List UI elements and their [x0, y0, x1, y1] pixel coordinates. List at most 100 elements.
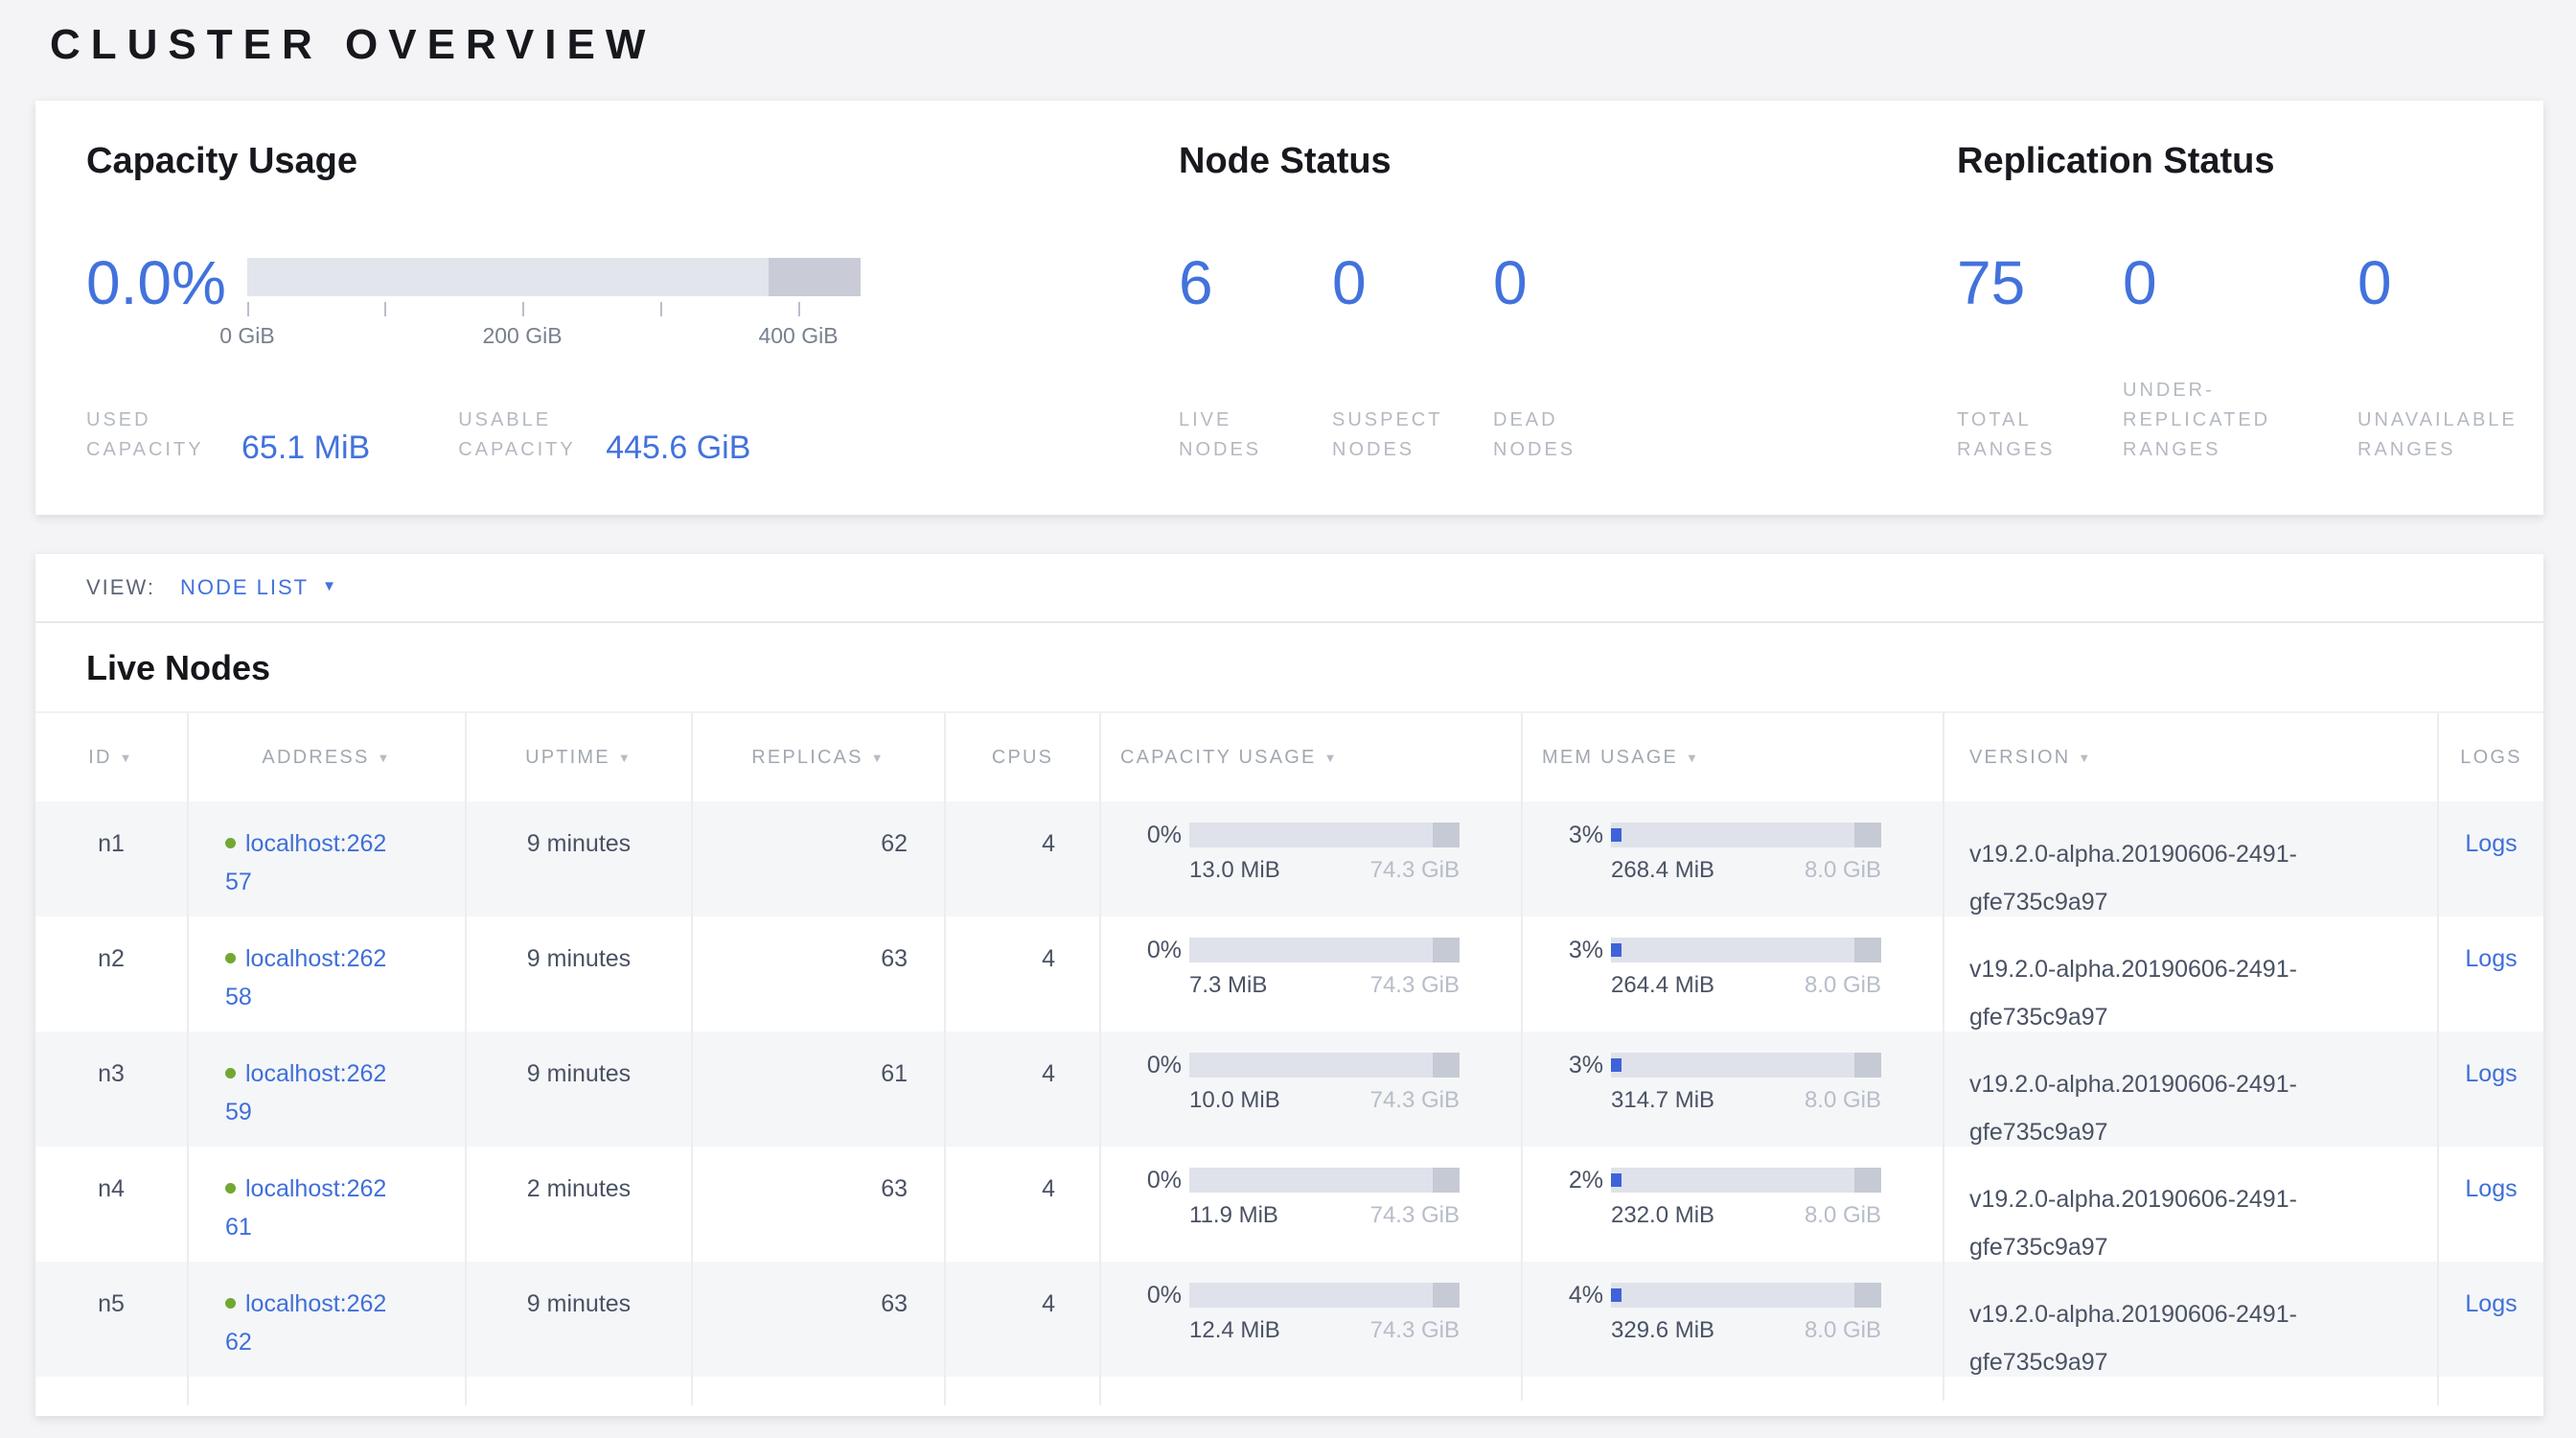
node-uptime-cell: 9 minutes [467, 916, 693, 1032]
capacity-gauge: 0 GiB 200 GiB 400 GiB [247, 252, 861, 313]
total-ranges-label: TOTAL RANGES [1957, 406, 2123, 465]
total-ranges-value: 75 [1957, 252, 2123, 313]
cluster-summary-panel: Capacity Usage 0.0% 0 GiB 200 GiB 400 Gi… [35, 101, 2543, 515]
capacity-bar [1189, 1168, 1460, 1193]
memory-bar [1611, 823, 1881, 847]
column-header-id[interactable]: ID▼ [35, 713, 189, 801]
mem-usage-cell: 3% 264.4 MiB 8.0 GiB [1523, 916, 1944, 1032]
capacity-usage-cell: 0% 11.9 MiB 74.3 GiB [1101, 1147, 1523, 1262]
capacity-percent: 0.0% [86, 252, 247, 313]
node-replicas-cell: 63 [693, 1262, 946, 1377]
node-id-cell: n4 [35, 1147, 189, 1262]
column-header-logs: LOGS [2439, 713, 2543, 801]
node-live-dot-icon [225, 1183, 236, 1194]
node-uptime-cell: 2 minutes [467, 1147, 693, 1262]
view-bar: VIEW: NODE LIST ▼ [35, 554, 2543, 623]
replication-status-section: Replication Status 75 TOTAL RANGES 0 UND… [1957, 101, 2532, 515]
node-replicas-cell: 62 [693, 801, 946, 916]
capacity-gauge-bar [247, 258, 861, 296]
used-capacity-stat: USED CAPACITY 65.1 MiB [86, 406, 370, 465]
table-row: n3 localhost:26259 9 minutes 61 4 0% 10.… [35, 1032, 2543, 1147]
memory-bar [1611, 938, 1881, 963]
capacity-usage-cell: 0% 7.3 MiB 74.3 GiB [1101, 916, 1523, 1032]
capacity-usage-section: Capacity Usage 0.0% 0 GiB 200 GiB 400 Gi… [86, 101, 1140, 515]
usable-capacity-label: USABLE CAPACITY [458, 406, 604, 465]
capacity-bar [1189, 1283, 1460, 1308]
node-address-link[interactable]: localhost:26262 [225, 1290, 465, 1366]
node-live-dot-icon [225, 1068, 236, 1078]
node-address-cell: localhost:26258 [189, 916, 467, 1032]
suspect-nodes-stat: 0 SUSPECT NODES [1332, 252, 1493, 465]
capacity-gauge-dark-segment [769, 258, 861, 296]
under-replicated-ranges-label: UNDER- REPLICATED RANGES [2123, 376, 2358, 465]
live-nodes-value: 6 [1179, 252, 1332, 313]
node-replicas-cell: 63 [693, 1147, 946, 1262]
capacity-bar [1189, 938, 1460, 963]
dead-nodes-label: DEAD NODES [1493, 406, 1576, 465]
capacity-usage-cell: 0% 13.0 MiB 74.3 GiB [1101, 801, 1523, 916]
unavailable-ranges-value: 0 [2358, 252, 2518, 313]
live-nodes-label: LIVE NODES [1179, 406, 1332, 465]
logs-link[interactable]: Logs [2465, 945, 2517, 972]
capacity-usage-cell: 0% 10.0 MiB 74.3 GiB [1101, 1032, 1523, 1147]
node-address-link[interactable]: localhost:26259 [225, 1060, 465, 1136]
logs-link[interactable]: Logs [2465, 830, 2517, 857]
logs-link[interactable]: Logs [2465, 1060, 2517, 1087]
node-id-cell: n1 [35, 801, 189, 916]
sort-arrow-icon: ▼ [1686, 751, 1700, 765]
node-cpus-cell: 4 [946, 801, 1101, 916]
node-id-cell: n5 [35, 1262, 189, 1377]
node-logs-cell: Logs [2439, 801, 2543, 916]
under-replicated-ranges-value: 0 [2123, 252, 2358, 313]
node-cpus-cell: 4 [946, 1032, 1101, 1147]
node-logs-cell: Logs [2439, 1147, 2543, 1262]
node-id-cell: n2 [35, 916, 189, 1032]
node-live-dot-icon [225, 1298, 236, 1309]
logs-link[interactable]: Logs [2465, 1290, 2517, 1317]
mem-usage-cell: 4% 329.6 MiB 8.0 GiB [1523, 1262, 1944, 1377]
column-header-uptime[interactable]: UPTIME▼ [467, 713, 693, 801]
node-address-link[interactable]: localhost:26258 [225, 945, 465, 1021]
mem-usage-cell: 3% 268.4 MiB 8.0 GiB [1523, 801, 1944, 916]
sort-arrow-icon: ▼ [618, 751, 632, 765]
sort-arrow-icon: ▼ [1324, 751, 1339, 765]
total-ranges-stat: 75 TOTAL RANGES [1957, 252, 2123, 465]
column-header-mem-usage[interactable]: MEM USAGE▼ [1523, 713, 1944, 801]
mem-usage-cell: 2% 232.0 MiB 8.0 GiB [1523, 1147, 1944, 1262]
node-logs-cell: Logs [2439, 1032, 2543, 1147]
column-header-replicas[interactable]: REPLICAS▼ [693, 713, 946, 801]
node-uptime-cell: 9 minutes [467, 1262, 693, 1377]
column-header-capacity-usage[interactable]: CAPACITY USAGE▼ [1101, 713, 1523, 801]
node-status-title: Node Status [1179, 141, 1917, 182]
capacity-usage-title: Capacity Usage [86, 141, 1140, 182]
suspect-nodes-label: SUSPECT NODES [1332, 406, 1493, 465]
node-replicas-cell: 61 [693, 1032, 946, 1147]
used-capacity-value: 65.1 MiB [242, 430, 370, 465]
table-row: n5 localhost:26262 9 minutes 63 4 0% 12.… [35, 1262, 2543, 1377]
gauge-tick-label: 400 GiB [758, 323, 838, 349]
node-logs-cell: Logs [2439, 916, 2543, 1032]
node-status-section: Node Status 6 LIVE NODES 0 SUSPECT NODES… [1179, 101, 1917, 515]
node-version-cell: v19.2.0-alpha.20190606-2491-gfe735c9a97 [1944, 801, 2439, 916]
node-address-link[interactable]: localhost:26257 [225, 830, 465, 906]
capacity-bar [1189, 823, 1460, 847]
column-header-address[interactable]: ADDRESS▼ [189, 713, 467, 801]
page-title: CLUSTER OVERVIEW [50, 21, 656, 69]
node-uptime-cell: 9 minutes [467, 801, 693, 916]
node-id-cell: n3 [35, 1032, 189, 1147]
node-version-cell: v19.2.0-alpha.20190606-2491-gfe735c9a97 [1944, 1147, 2439, 1262]
dead-nodes-stat: 0 DEAD NODES [1493, 252, 1576, 465]
node-address-cell: localhost:26261 [189, 1147, 467, 1262]
sort-arrow-icon: ▼ [2078, 751, 2092, 765]
view-selector[interactable]: NODE LIST [180, 575, 309, 600]
chevron-down-icon[interactable]: ▼ [322, 578, 336, 594]
column-header-version[interactable]: VERSION▼ [1944, 713, 2439, 801]
logs-link[interactable]: Logs [2465, 1175, 2517, 1202]
table-header-row: ID▼ADDRESS▼UPTIME▼REPLICAS▼CPUSCAPACITY … [35, 711, 2543, 801]
node-address-link[interactable]: localhost:26261 [225, 1175, 465, 1251]
usable-capacity-stat: USABLE CAPACITY 445.6 GiB [458, 406, 750, 465]
sort-arrow-icon: ▼ [120, 751, 134, 765]
node-address-cell: localhost:26259 [189, 1032, 467, 1147]
node-address-cell: localhost:26262 [189, 1262, 467, 1377]
sort-arrow-icon: ▼ [871, 751, 886, 765]
